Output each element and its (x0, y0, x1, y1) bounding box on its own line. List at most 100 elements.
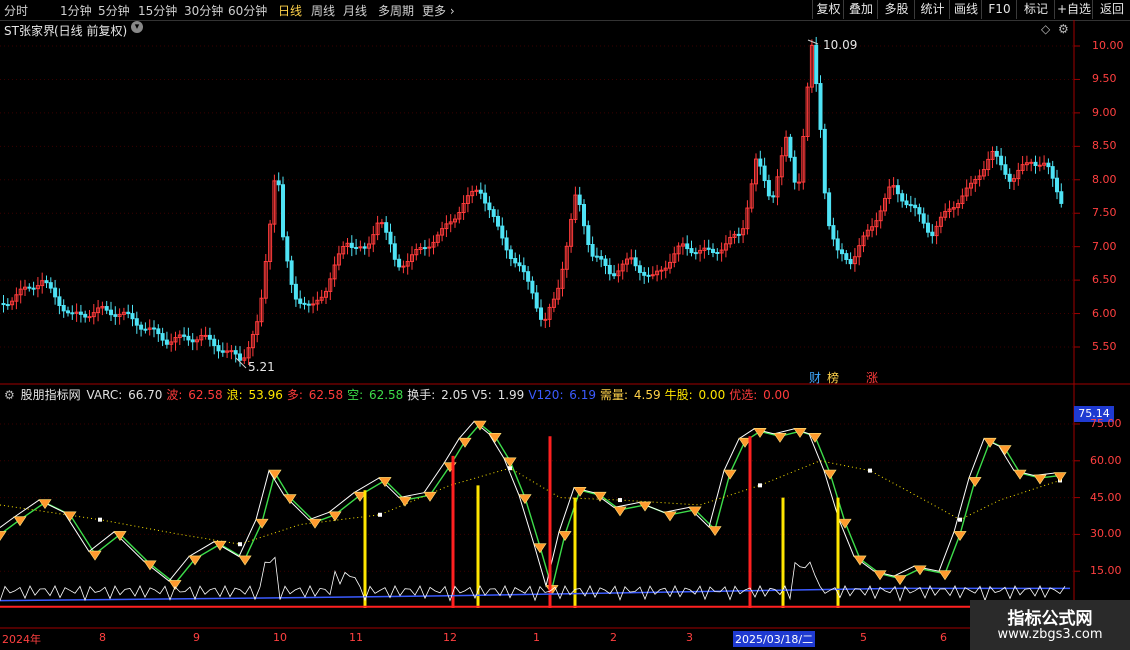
indicator-field: 多: 62.58 (287, 388, 345, 402)
time-axis-label: 2024年 (2, 633, 41, 646)
candle-body (289, 260, 294, 285)
candle-body (5, 304, 10, 307)
candle-body (762, 165, 767, 182)
period-tab-5[interactable]: 60分钟 (228, 2, 267, 19)
candle-body (908, 204, 913, 207)
diamond-marker (238, 555, 252, 566)
candle-body (281, 184, 285, 238)
diamond-marker (0, 531, 7, 541)
candle-body (44, 280, 49, 284)
candle-body (500, 225, 505, 239)
candle-body (999, 155, 1004, 166)
turnover-line (0, 556, 1066, 602)
diamond-marker (168, 580, 182, 591)
candle-body (926, 222, 930, 233)
toolbar-button-8[interactable]: 返回 (1092, 0, 1130, 19)
candle-body (513, 258, 518, 264)
candle-body (203, 334, 208, 337)
gear-icon[interactable]: ⚙ (1058, 22, 1069, 36)
candle-body (156, 328, 161, 335)
diamond-marker (268, 469, 282, 480)
candle-body (220, 350, 225, 353)
candle-body (285, 236, 290, 262)
candle-body (612, 273, 617, 277)
candle-body (504, 237, 509, 251)
candle-body (53, 287, 58, 298)
price-tick: 7.50 (1092, 206, 1117, 220)
settings-icon[interactable]: ⚙ (4, 388, 15, 402)
diamond-marker (1033, 474, 1047, 485)
period-tab-9[interactable]: 多周期 (378, 2, 414, 19)
period-tab-2[interactable]: 5分钟 (98, 2, 130, 19)
candle-body (216, 345, 221, 352)
indicator-field: 空: 62.58 (347, 388, 405, 402)
candle-body (788, 136, 793, 158)
more-label: 更多 (422, 4, 447, 18)
toolbar-button-5[interactable]: F10 (981, 0, 1017, 19)
event-marker[interactable]: 榜 (827, 369, 839, 386)
diamond-marker (88, 550, 102, 561)
indicator-field: 牛股: 0.00 (665, 388, 728, 402)
candle-body (349, 242, 354, 248)
toolbar-button-4[interactable]: 画线 (949, 0, 982, 19)
candle-body (917, 207, 922, 215)
candle-body (586, 225, 591, 246)
candle-body (298, 298, 303, 304)
candle-body (1, 303, 6, 306)
indicator-field-value: 62.58 (184, 388, 223, 402)
more-periods-button[interactable]: 更多 › (422, 2, 455, 19)
candle-body (48, 282, 53, 289)
toolbar-button-2[interactable]: 多股 (877, 0, 915, 19)
time-axis-label: 5 (860, 631, 867, 644)
diamond-marker (953, 531, 967, 541)
indicator-field-value: 66.70 (124, 388, 163, 402)
toolbar-button-3[interactable]: 统计 (914, 0, 950, 19)
diamond-marker (663, 511, 677, 522)
candle-body (900, 193, 905, 202)
candle-body (577, 194, 582, 206)
price-tick: 8.00 (1092, 172, 1117, 186)
candle-body (293, 283, 298, 300)
period-tab-4[interactable]: 30分钟 (184, 2, 223, 19)
candle-body (143, 328, 148, 331)
candle-body (483, 192, 488, 204)
candle-body (994, 150, 999, 157)
event-marker[interactable]: 财 (809, 369, 821, 386)
candle-body (233, 350, 238, 355)
period-tab-8[interactable]: 月线 (343, 2, 367, 19)
diamond-icon[interactable]: ◇ (1041, 22, 1050, 36)
period-tab-1[interactable]: 1分钟 (60, 2, 92, 19)
candle-body (599, 256, 604, 260)
event-marker[interactable]: 涨 (866, 369, 878, 386)
price-tick: 6.50 (1092, 273, 1117, 287)
candle-body (104, 306, 109, 311)
indicator-field-value: 4.59 (630, 388, 661, 402)
time-axis-label: 2 (610, 631, 617, 644)
candle-body (109, 309, 113, 316)
candle-body (1003, 164, 1008, 175)
candle-body (78, 311, 83, 315)
candle-body (534, 292, 539, 309)
low-price-label: 5.21 (248, 360, 275, 374)
candle-body (814, 44, 819, 85)
period-tab-7[interactable]: 周线 (311, 2, 335, 19)
candle-body (715, 252, 720, 254)
candle-body (1033, 161, 1038, 166)
candle-body (822, 128, 827, 194)
diamond-marker (893, 575, 907, 586)
toolbar-button-7[interactable]: +自选 (1054, 0, 1093, 19)
period-tab-3[interactable]: 15分钟 (138, 2, 177, 19)
toolbar-button-1[interactable]: 叠加 (843, 0, 878, 19)
toolbar-button-0[interactable]: 复权 (812, 0, 844, 19)
indicator-field-value: 62.58 (304, 388, 344, 402)
chevron-right-icon: › (446, 4, 455, 18)
candle-body (526, 271, 531, 282)
kline-chart[interactable] (0, 20, 1130, 650)
period-tab-6[interactable]: 日线 (278, 2, 302, 19)
indicator-field: 浪: 53.96 (227, 388, 285, 402)
indicator-field: 波: 62.58 (166, 388, 224, 402)
chevron-down-icon[interactable]: ▾ (131, 21, 143, 33)
period-tab-0[interactable]: 分时 (4, 2, 28, 19)
candle-body (1055, 177, 1059, 193)
toolbar-button-6[interactable]: 标记 (1016, 0, 1055, 19)
